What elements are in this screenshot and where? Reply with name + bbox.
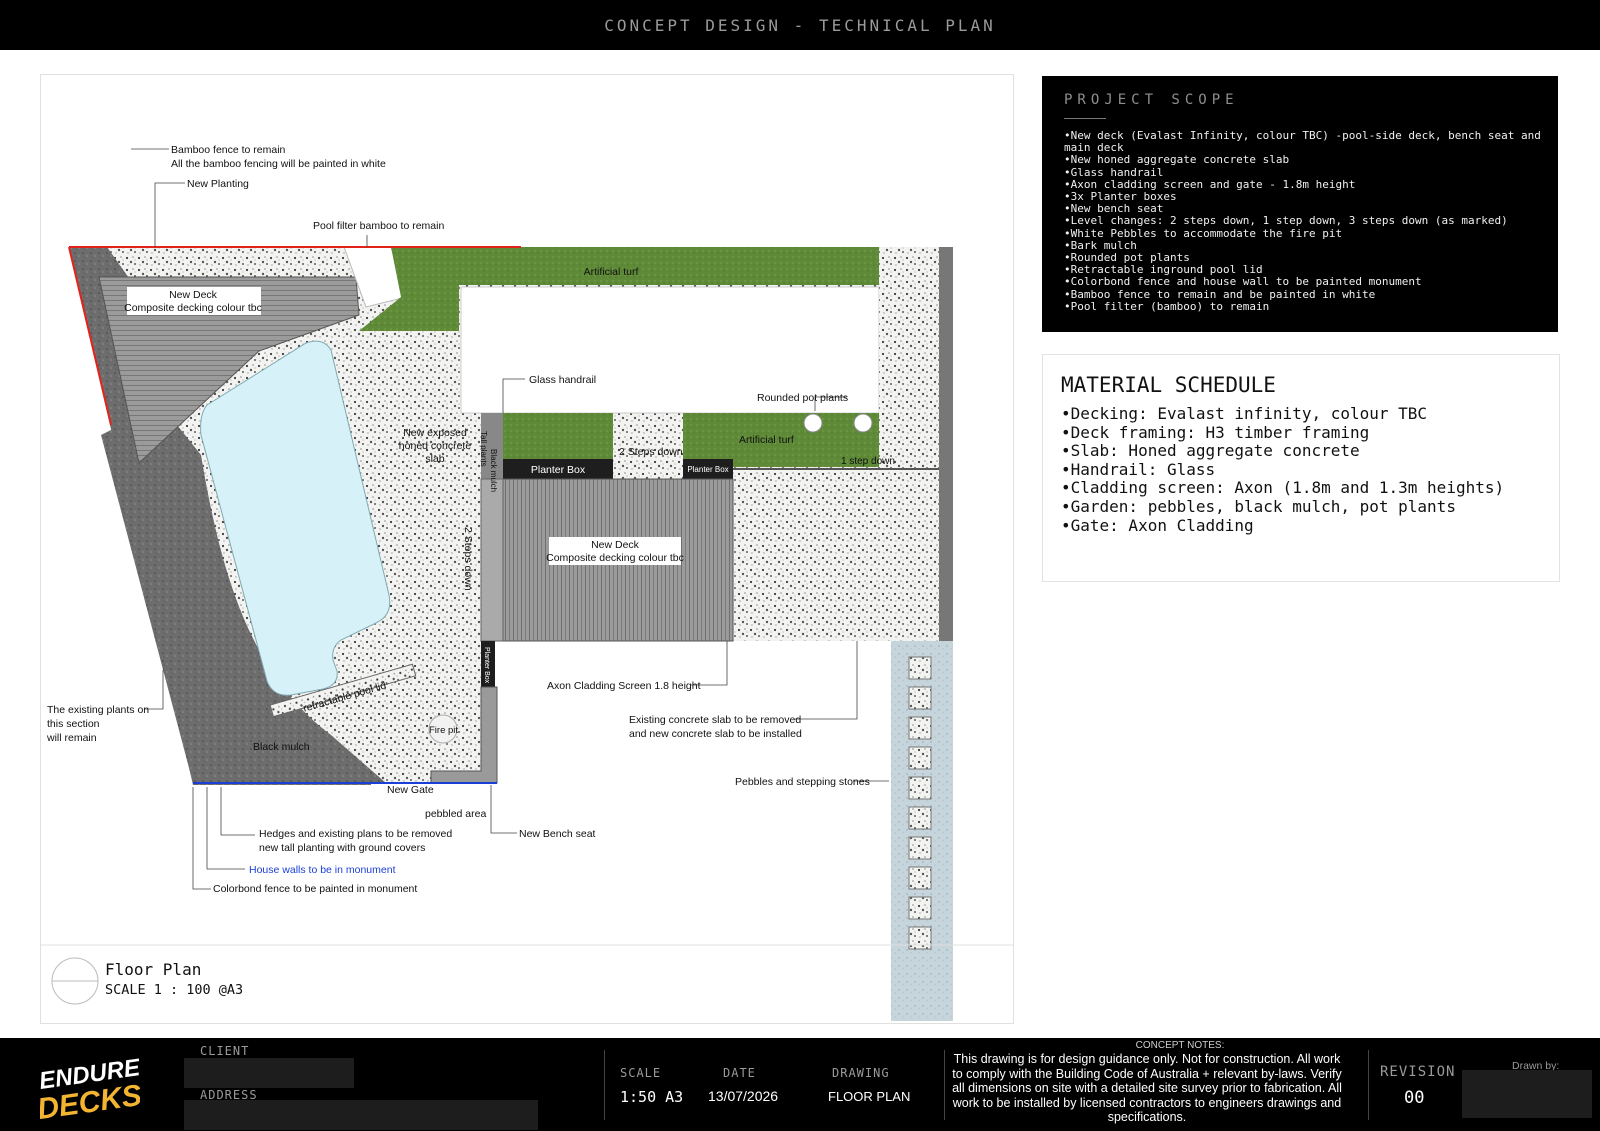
material-item: •Handrail: Glass bbox=[1061, 459, 1216, 479]
label-axon-screen: Axon Cladding Screen 1.8 height bbox=[547, 680, 701, 692]
label-glass-handrail: Glass handrail bbox=[529, 374, 596, 386]
project-scope-list: •New deck (Evalast Infinity, colour TBC)… bbox=[1064, 129, 1544, 313]
label-fire-pit: Fire pit bbox=[429, 725, 458, 736]
label-planter-box-2: Planter Box bbox=[687, 465, 728, 474]
label-existing-slab-1: Existing concrete slab to be removed bbox=[629, 714, 801, 726]
date-label: DATE bbox=[723, 1066, 756, 1080]
scale-value: 1:50 A3 bbox=[620, 1088, 684, 1106]
label-deck1-title: New Deck bbox=[169, 289, 218, 301]
material-item: •Deck framing: H3 timber framing bbox=[1061, 422, 1370, 442]
address-field[interactable] bbox=[184, 1100, 538, 1130]
divider bbox=[944, 1050, 945, 1120]
label-two-steps-top: 2 Steps down bbox=[619, 446, 683, 458]
project-scope-rule bbox=[1064, 118, 1106, 119]
scope-item: •Colorbond fence and house wall to be pa… bbox=[1064, 275, 1422, 289]
drawing-value: FLOOR PLAN bbox=[828, 1089, 911, 1104]
material-schedule-list: •Decking: Evalast infinity, colour TBC •… bbox=[1061, 404, 1541, 535]
label-new-gate: New Gate bbox=[387, 784, 434, 796]
right-wall bbox=[939, 247, 953, 641]
material-item: •Cladding screen: Axon (1.8m and 1.3m he… bbox=[1061, 478, 1505, 498]
label-pool-filter: Pool filter bamboo to remain bbox=[313, 220, 444, 232]
material-item: •Gate: Axon Cladding bbox=[1061, 515, 1254, 535]
label-hedges-2: new tall planting with ground covers bbox=[259, 842, 425, 854]
concept-notes-text: This drawing is for design guidance only… bbox=[952, 1052, 1342, 1125]
label-tall-plants: Tall plants bbox=[479, 431, 488, 467]
caption-scale: SCALE 1 : 100 @A3 bbox=[105, 982, 243, 998]
label-artificial-turf-mid: Artificial turf bbox=[739, 434, 794, 446]
label-pebbled-area: pebbled area bbox=[425, 808, 486, 820]
scope-item: •Bamboo fence to remain and be painted i… bbox=[1064, 287, 1376, 301]
client-field[interactable] bbox=[184, 1058, 354, 1088]
label-bamboo-paint: All the bamboo fencing will be painted i… bbox=[171, 158, 386, 170]
drawing-label: DRAWING bbox=[832, 1066, 890, 1080]
label-hedges-1: Hedges and existing plans to be removed bbox=[259, 828, 452, 840]
material-schedule-panel: MATERIAL SCHEDULE •Decking: Evalast infi… bbox=[1042, 354, 1560, 582]
material-item: •Garden: pebbles, black mulch, pot plant… bbox=[1061, 496, 1456, 516]
material-item: •Slab: Honed aggregate concrete bbox=[1061, 441, 1360, 461]
pot-plant-1 bbox=[803, 413, 823, 433]
drawn-by-field[interactable] bbox=[1462, 1070, 1592, 1118]
scope-item: •Glass handrail bbox=[1064, 165, 1164, 179]
label-two-steps-side: 2 Steps down bbox=[462, 527, 474, 591]
label-planter-box-1: Planter Box bbox=[531, 464, 586, 476]
label-rounded-pot: Rounded pot plants bbox=[757, 392, 848, 404]
divider bbox=[604, 1050, 605, 1120]
caption-title: Floor Plan bbox=[105, 960, 201, 979]
header-bar: CONCEPT DESIGN - TECHNICAL PLAN bbox=[0, 0, 1600, 50]
revision-value: 00 bbox=[1404, 1088, 1425, 1108]
floor-plan-panel: Bamboo fence to remain All the bamboo fe… bbox=[40, 74, 1014, 1024]
label-pebbles-stones: Pebbles and stepping stones bbox=[735, 776, 870, 788]
scope-item: •Pool filter (bamboo) to remain bbox=[1064, 299, 1270, 313]
floor-plan-drawing: Bamboo fence to remain All the bamboo fe… bbox=[41, 144, 1013, 1021]
label-colorbond: Colorbond fence to be painted in monumen… bbox=[213, 883, 417, 895]
project-scope-title: PROJECT SCOPE bbox=[1064, 92, 1239, 108]
scope-item: •White Pebbles to accommodate the fire p… bbox=[1064, 226, 1343, 240]
label-new-exposed: New exposed honed concrete slab bbox=[398, 427, 472, 465]
label-artificial-turf-top: Artificial turf bbox=[584, 266, 639, 278]
deck-steps bbox=[480, 478, 504, 642]
scope-item: •Level changes: 2 steps down, 1 step dow… bbox=[1064, 214, 1508, 228]
material-schedule-title: MATERIAL SCHEDULE bbox=[1061, 373, 1276, 397]
concept-notes-title: CONCEPT NOTES: bbox=[1135, 1040, 1225, 1051]
label-existing-plants-1: The existing plants on bbox=[47, 704, 149, 716]
label-existing-plants-2: this section bbox=[47, 718, 100, 730]
label-new-bench: New Bench seat bbox=[519, 828, 596, 840]
label-one-step: 1 step down bbox=[841, 456, 895, 467]
client-label: CLIENT bbox=[200, 1044, 250, 1058]
divider bbox=[1368, 1050, 1369, 1120]
label-black-mulch-small: Black mulch bbox=[489, 449, 498, 492]
label-new-planting: New Planting bbox=[187, 178, 249, 190]
label-bamboo-remain: Bamboo fence to remain bbox=[171, 144, 286, 156]
label-deck1-sub: Composite decking colour tbc bbox=[124, 302, 262, 314]
label-existing-slab-2: and new concrete slab to be installed bbox=[629, 728, 802, 740]
date-value: 13/07/2026 bbox=[708, 1088, 779, 1104]
page-title: CONCEPT DESIGN - TECHNICAL PLAN bbox=[604, 16, 996, 35]
label-house-walls: House walls to be in monument bbox=[249, 864, 396, 876]
label-deck2-sub: Composite decking colour tbc bbox=[546, 552, 684, 564]
project-scope-panel: PROJECT SCOPE •New deck (Evalast Infinit… bbox=[1042, 76, 1558, 332]
scale-label: SCALE bbox=[620, 1066, 662, 1080]
turf-left bbox=[503, 413, 613, 459]
material-item: •Decking: Evalast infinity, colour TBC bbox=[1061, 404, 1428, 423]
revision-label: REVISION bbox=[1380, 1064, 1456, 1080]
label-existing-plants-3: will remain bbox=[46, 732, 97, 744]
scope-item: •New deck (Evalast Infinity, colour TBC)… bbox=[1064, 129, 1541, 155]
label-deck2-title: New Deck bbox=[591, 539, 640, 551]
scope-item: •New honed aggregate concrete slab bbox=[1064, 153, 1290, 167]
right-pebbles bbox=[879, 247, 939, 641]
pot-plant-2 bbox=[853, 413, 873, 433]
label-black-mulch: Black mulch bbox=[253, 741, 310, 753]
endure-decks-logo: ENDURE DECKS bbox=[40, 1054, 140, 1126]
title-block: ENDURE DECKS CLIENT ADDRESS SCALE 1:50 A… bbox=[0, 1038, 1600, 1131]
label-planter-box-3: Planter Box bbox=[483, 647, 490, 684]
